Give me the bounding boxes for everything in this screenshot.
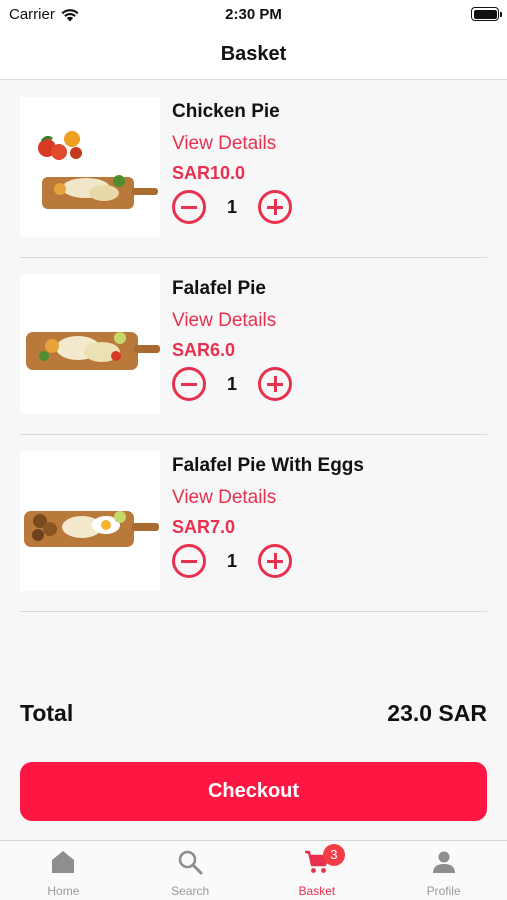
tab-label: Home — [47, 884, 80, 898]
status-time: 2:30 PM — [225, 6, 282, 23]
cart-badge: 3 — [322, 844, 345, 866]
view-details-link[interactable]: View Details — [172, 309, 292, 333]
tab-profile[interactable]: Profile — [380, 841, 507, 900]
tab-label: Search — [171, 884, 210, 898]
quantity-value: 1 — [226, 373, 237, 394]
item-image — [20, 451, 160, 591]
status-bar: Carrier 2:30 PM — [0, 0, 507, 30]
increase-quantity-button[interactable] — [258, 544, 292, 578]
home-icon — [52, 851, 75, 873]
item-price: SAR10.0 — [172, 163, 246, 183]
decrease-quantity-button[interactable] — [172, 544, 206, 578]
tab-home[interactable]: Home — [0, 841, 127, 900]
tab-label: Basket — [298, 884, 336, 898]
basket-item: Falafel Pie View Details SAR6.0 1 — [20, 257, 487, 435]
item-name: Chicken Pie — [172, 101, 280, 122]
battery-icon — [471, 7, 502, 21]
tab-search[interactable]: Search — [127, 841, 254, 900]
quantity-stepper: 1 — [172, 367, 292, 401]
total-row: Total 23.0 SAR — [20, 700, 487, 727]
view-details-link[interactable]: View Details — [172, 486, 364, 510]
view-details-link[interactable]: View Details — [172, 132, 292, 156]
basket-item: Falafel Pie With Eggs View Details SAR7.… — [20, 434, 487, 612]
minus-icon — [181, 559, 197, 563]
item-image — [20, 274, 160, 414]
tab-basket[interactable]: 3 Basket — [254, 841, 381, 900]
item-price: SAR6.0 — [172, 340, 236, 360]
minus-icon — [181, 205, 197, 209]
total-amount: 23.0 SAR — [387, 700, 487, 726]
quantity-stepper: 1 — [172, 190, 292, 224]
quantity-stepper: 1 — [172, 544, 364, 578]
search-icon — [178, 850, 203, 875]
total-label: Total — [20, 700, 74, 726]
tab-bar: Home Search 3 Basket Profile — [0, 840, 507, 900]
person-icon — [432, 851, 455, 873]
checkout-button[interactable]: Checkout — [20, 762, 487, 821]
item-name: Falafel Pie — [172, 278, 266, 299]
item-name: Falafel Pie With Eggs — [172, 455, 364, 476]
basket-item: Chicken Pie View Details SAR10.0 1 — [20, 80, 487, 258]
tab-label: Profile — [426, 884, 461, 898]
increase-quantity-button[interactable] — [258, 190, 292, 224]
item-image — [20, 97, 160, 237]
decrease-quantity-button[interactable] — [172, 190, 206, 224]
decrease-quantity-button[interactable] — [172, 367, 206, 401]
quantity-value: 1 — [226, 550, 237, 571]
page-title: Basket — [220, 43, 287, 65]
nav-bar: Basket — [0, 30, 507, 80]
item-price: SAR7.0 — [172, 517, 236, 537]
quantity-value: 1 — [226, 196, 237, 217]
minus-icon — [181, 382, 197, 386]
increase-quantity-button[interactable] — [258, 367, 292, 401]
